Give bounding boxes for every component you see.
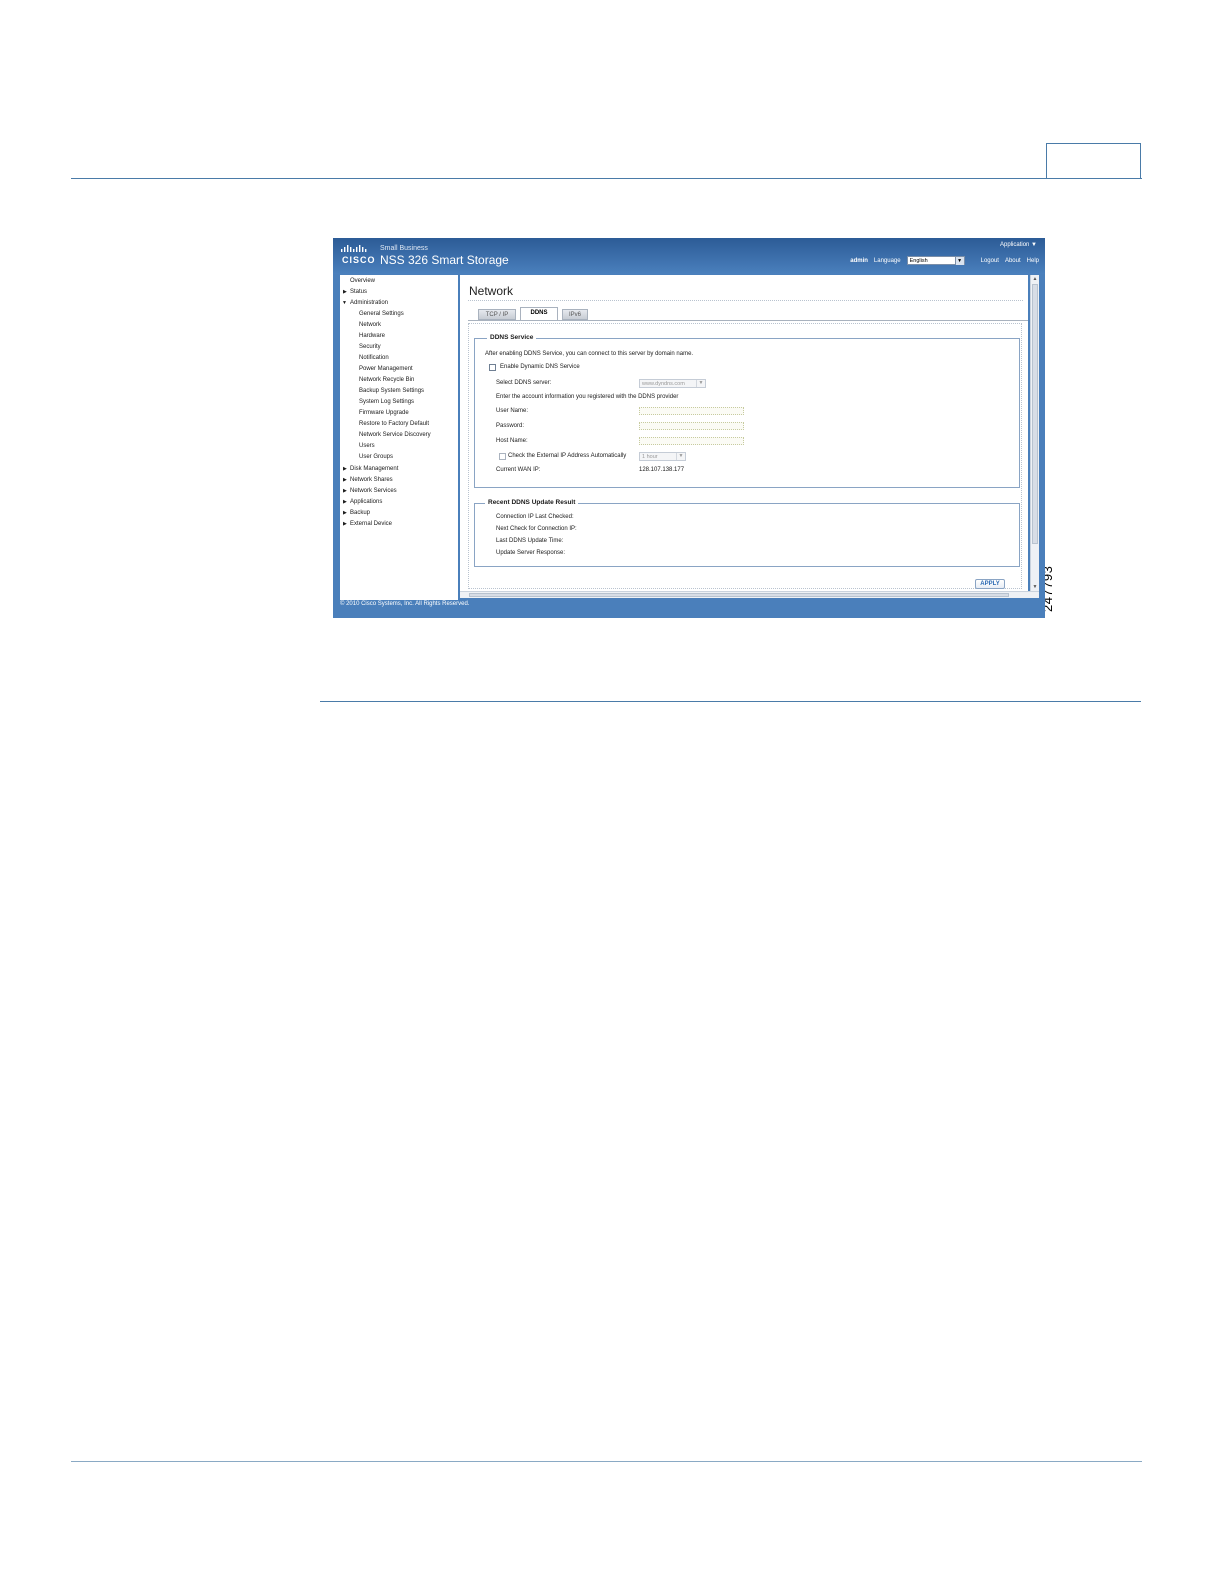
scroll-up-icon[interactable]: ▲ [1031, 275, 1039, 283]
check-external-ip-label: Check the External IP Address Automatica… [508, 453, 627, 459]
scroll-down-icon[interactable]: ▼ [1031, 583, 1039, 591]
tab-divider [468, 320, 1028, 321]
ddns-intro-text: After enabling DDNS Service, you can con… [485, 351, 694, 357]
screenshot-window: CISCO Small Business NSS 326 Smart Stora… [333, 238, 1045, 618]
vertical-scrollbar[interactable]: ▲ ▼ [1030, 275, 1039, 591]
expand-arrow-icon[interactable]: ▶ [343, 521, 347, 527]
wan-ip-label: Current WAN IP: [496, 467, 541, 473]
cisco-logo-icon [341, 245, 371, 254]
sidebar-item-external-device[interactable]: External Device [350, 521, 392, 527]
check-external-ip-checkbox[interactable] [499, 453, 506, 460]
check-interval-select[interactable]: 1 hour ▼ [639, 452, 686, 461]
figure-separator-rule [320, 701, 1141, 702]
connection-ip-label: Connection IP Last Checked: [496, 514, 574, 520]
ddns-server-value: www.dyndns.com [642, 381, 685, 387]
page-footer-rule [71, 1461, 1142, 1462]
small-business-label: Small Business [380, 245, 428, 252]
sidebar-nav: Overview ▶ Status ▼ Administration Gener… [340, 275, 458, 600]
collapse-arrow-icon[interactable]: ▼ [342, 300, 347, 306]
sidebar-item-hardware[interactable]: Hardware [359, 333, 385, 339]
app-header: CISCO Small Business NSS 326 Smart Stora… [333, 238, 1045, 274]
chevron-down-icon: ▼ [696, 380, 705, 387]
expand-arrow-icon[interactable]: ▶ [343, 510, 347, 516]
sidebar-item-restore-factory-default[interactable]: Restore to Factory Default [359, 421, 429, 427]
sidebar-item-users[interactable]: Users [359, 443, 375, 449]
ddns-server-select[interactable]: www.dyndns.com ▼ [639, 379, 706, 388]
header-toolbar: admin Language English ▼ Logout About He… [850, 256, 1039, 265]
sidebar-item-backup[interactable]: Backup [350, 510, 370, 516]
sidebar-item-backup-system-settings[interactable]: Backup System Settings [359, 388, 424, 394]
last-update-label: Last DDNS Update Time: [496, 538, 564, 544]
main-content: Network TCP / IP DDNS IPv6 DDNS Service … [460, 275, 1028, 591]
language-select[interactable]: English ▼ [906, 256, 965, 265]
sidebar-item-power-management[interactable]: Power Management [359, 366, 413, 372]
user-name-label: User Name: [496, 408, 529, 414]
sidebar-item-network-service-discovery[interactable]: Network Service Discovery [359, 432, 431, 438]
title-divider [468, 300, 1023, 301]
sidebar-item-network[interactable]: Network [359, 322, 381, 328]
ddns-service-legend: DDNS Service [487, 334, 537, 341]
sidebar-item-network-services[interactable]: Network Services [350, 488, 397, 494]
user-name-input[interactable] [639, 407, 744, 415]
language-select-value: English [909, 258, 928, 264]
next-check-label: Next Check for Connection IP: [496, 526, 577, 532]
host-name-input[interactable] [639, 437, 744, 445]
sidebar-item-network-recycle-bin[interactable]: Network Recycle Bin [359, 377, 414, 383]
check-interval-value: 1 hour [642, 454, 658, 460]
product-name: NSS 326 Smart Storage [380, 253, 509, 267]
help-link[interactable]: Help [1027, 258, 1039, 264]
password-input[interactable] [639, 422, 744, 430]
sidebar-item-network-shares[interactable]: Network Shares [350, 477, 393, 483]
password-label: Password: [496, 423, 525, 429]
chapter-tab-box [1046, 143, 1141, 178]
account-info-text: Enter the account information you regist… [496, 394, 679, 400]
sidebar-item-administration[interactable]: Administration [350, 300, 388, 306]
tab-tcp-ip[interactable]: TCP / IP [478, 309, 516, 320]
sidebar-item-firmware-upgrade[interactable]: Firmware Upgrade [359, 410, 409, 416]
server-response-label: Update Server Response: [496, 550, 566, 556]
expand-arrow-icon[interactable]: ▶ [343, 488, 347, 494]
cisco-logo-text: CISCO [342, 255, 376, 265]
application-menu[interactable]: Application ▼ [1000, 242, 1037, 248]
horizontal-scroll-thumb[interactable] [469, 593, 1009, 597]
host-name-label: Host Name: [496, 438, 528, 444]
ddns-service-group: DDNS Service [474, 334, 1020, 488]
expand-arrow-icon[interactable]: ▶ [343, 499, 347, 505]
vertical-scroll-thumb[interactable] [1032, 284, 1038, 544]
enable-ddns-checkbox[interactable] [489, 364, 496, 371]
sidebar-item-general-settings[interactable]: General Settings [359, 311, 404, 317]
expand-arrow-icon[interactable]: ▶ [343, 466, 347, 472]
about-link[interactable]: About [1005, 258, 1021, 264]
page-title: Network [469, 284, 514, 298]
sidebar-item-system-log-settings[interactable]: System Log Settings [359, 399, 414, 405]
user-name: admin [850, 257, 868, 264]
sidebar-item-status[interactable]: Status [350, 289, 367, 295]
expand-arrow-icon[interactable]: ▶ [343, 289, 347, 295]
recent-update-group: Recent DDNS Update Result [474, 499, 1020, 567]
enable-ddns-label: Enable Dynamic DNS Service [500, 364, 580, 370]
tab-ipv6[interactable]: IPv6 [562, 309, 588, 320]
chevron-down-icon: ▼ [954, 257, 964, 265]
page-header-rule [71, 178, 1142, 179]
apply-button[interactable]: APPLY [975, 579, 1005, 589]
sidebar-item-overview[interactable]: Overview [350, 278, 375, 284]
select-server-label: Select DDNS server: [496, 380, 552, 386]
language-label: Language [873, 257, 901, 264]
wan-ip-value: 128.107.138.177 [639, 467, 685, 473]
recent-update-legend: Recent DDNS Update Result [485, 499, 579, 506]
sidebar-item-security[interactable]: Security [359, 344, 381, 350]
sidebar-item-user-groups[interactable]: User Groups [359, 454, 393, 460]
horizontal-scrollbar[interactable] [460, 591, 1039, 598]
sidebar-item-disk-management[interactable]: Disk Management [350, 466, 398, 472]
expand-arrow-icon[interactable]: ▶ [343, 477, 347, 483]
logout-link[interactable]: Logout [981, 258, 999, 264]
chevron-down-icon: ▼ [676, 453, 685, 460]
sidebar-item-applications[interactable]: Applications [350, 499, 382, 505]
sidebar-item-notification[interactable]: Notification [359, 355, 389, 361]
tab-ddns[interactable]: DDNS [520, 307, 558, 320]
copyright-footer: © 2010 Cisco Systems, Inc. All Rights Re… [340, 601, 470, 607]
